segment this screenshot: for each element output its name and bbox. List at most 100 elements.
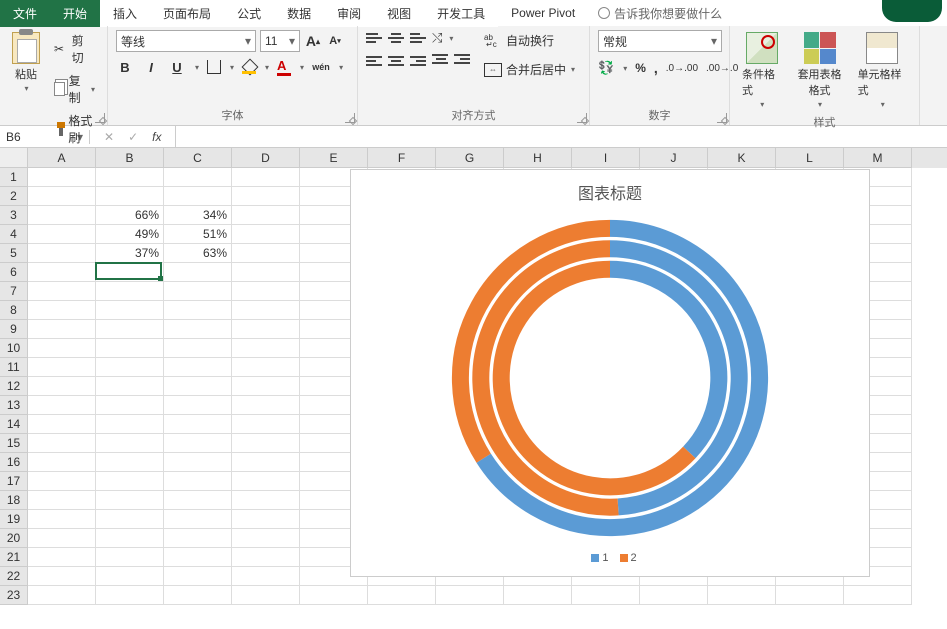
cell-B21[interactable] <box>96 548 164 567</box>
col-header-A[interactable]: A <box>28 148 96 168</box>
format-as-table-button[interactable]: 套用表格格式▾ <box>792 30 848 111</box>
currency-button[interactable]: 💱 <box>598 60 614 76</box>
col-header-L[interactable]: L <box>776 148 844 168</box>
tab-powerpivot[interactable]: Power Pivot <box>498 1 588 25</box>
cell-C16[interactable] <box>164 453 232 472</box>
tab-view[interactable]: 视图 <box>374 0 424 27</box>
decrease-font-button[interactable]: A▾ <box>326 32 344 50</box>
cell-A16[interactable] <box>28 453 96 472</box>
cell-A9[interactable] <box>28 320 96 339</box>
cell-D2[interactable] <box>232 187 300 206</box>
cell-A2[interactable] <box>28 187 96 206</box>
align-right-button[interactable] <box>410 54 426 68</box>
cell-B10[interactable] <box>96 339 164 358</box>
font-size-combo[interactable]: 11▾ <box>260 30 300 52</box>
cell-D11[interactable] <box>232 358 300 377</box>
cell-B13[interactable] <box>96 396 164 415</box>
phonetic-button[interactable]: wén <box>312 58 330 76</box>
paste-button[interactable]: 粘贴 ▾ <box>8 30 44 95</box>
cell-A3[interactable] <box>28 206 96 225</box>
col-header-E[interactable]: E <box>300 148 368 168</box>
cell-L23[interactable] <box>776 586 844 605</box>
cell-C11[interactable] <box>164 358 232 377</box>
align-middle-button[interactable] <box>388 31 404 45</box>
cell-C2[interactable] <box>164 187 232 206</box>
align-bottom-button[interactable] <box>410 31 426 45</box>
cell-C21[interactable] <box>164 548 232 567</box>
cell-D16[interactable] <box>232 453 300 472</box>
cell-C20[interactable] <box>164 529 232 548</box>
row-header-7[interactable]: 7 <box>0 282 28 301</box>
col-header-J[interactable]: J <box>640 148 708 168</box>
cell-A21[interactable] <box>28 548 96 567</box>
cell-D21[interactable] <box>232 548 300 567</box>
cell-A1[interactable] <box>28 168 96 187</box>
cell-C23[interactable] <box>164 586 232 605</box>
tab-file[interactable]: 文件 <box>0 0 50 27</box>
copy-button[interactable]: 复制▾ <box>50 70 99 108</box>
cell-C6[interactable] <box>164 263 232 282</box>
cell-B8[interactable] <box>96 301 164 320</box>
cell-H23[interactable] <box>504 586 572 605</box>
cell-B12[interactable] <box>96 377 164 396</box>
cell-A12[interactable] <box>28 377 96 396</box>
border-button[interactable] <box>207 60 221 74</box>
cell-B5[interactable]: 37% <box>96 244 164 263</box>
row-header-10[interactable]: 10 <box>0 339 28 358</box>
cell-B3[interactable]: 66% <box>96 206 164 225</box>
cell-B14[interactable] <box>96 415 164 434</box>
row-header-16[interactable]: 16 <box>0 453 28 472</box>
percent-button[interactable]: % <box>635 61 646 75</box>
fx-icon[interactable]: fx <box>152 130 161 144</box>
row-header-12[interactable]: 12 <box>0 377 28 396</box>
row-header-9[interactable]: 9 <box>0 320 28 339</box>
cell-M23[interactable] <box>844 586 912 605</box>
decrease-indent-button[interactable] <box>432 54 448 68</box>
account-pill[interactable] <box>882 0 942 22</box>
cell-D19[interactable] <box>232 510 300 529</box>
cell-D3[interactable] <box>232 206 300 225</box>
col-header-F[interactable]: F <box>368 148 436 168</box>
cell-C12[interactable] <box>164 377 232 396</box>
cell-F23[interactable] <box>368 586 436 605</box>
col-header-C[interactable]: C <box>164 148 232 168</box>
increase-font-button[interactable]: A▴ <box>304 32 322 50</box>
row-header-15[interactable]: 15 <box>0 434 28 453</box>
format-painter-button[interactable]: 格式刷 <box>50 110 99 148</box>
cell-D17[interactable] <box>232 472 300 491</box>
row-header-13[interactable]: 13 <box>0 396 28 415</box>
cell-A23[interactable] <box>28 586 96 605</box>
cell-C7[interactable] <box>164 282 232 301</box>
fill-color-button[interactable] <box>242 60 256 74</box>
tab-devtools[interactable]: 开发工具 <box>424 0 498 27</box>
cell-A19[interactable] <box>28 510 96 529</box>
row-header-5[interactable]: 5 <box>0 244 28 263</box>
cell-D6[interactable] <box>232 263 300 282</box>
cell-C19[interactable] <box>164 510 232 529</box>
orientation-button[interactable]: ⤭ <box>432 30 442 46</box>
col-header-G[interactable]: G <box>436 148 504 168</box>
cell-A18[interactable] <box>28 491 96 510</box>
cell-A14[interactable] <box>28 415 96 434</box>
cell-A6[interactable] <box>28 263 96 282</box>
cell-C17[interactable] <box>164 472 232 491</box>
cell-I23[interactable] <box>572 586 640 605</box>
cell-C1[interactable] <box>164 168 232 187</box>
row-header-8[interactable]: 8 <box>0 301 28 320</box>
increase-indent-button[interactable] <box>454 54 470 68</box>
cell-C3[interactable]: 34% <box>164 206 232 225</box>
cell-D13[interactable] <box>232 396 300 415</box>
cell-D5[interactable] <box>232 244 300 263</box>
cell-A17[interactable] <box>28 472 96 491</box>
cell-C14[interactable] <box>164 415 232 434</box>
col-header-D[interactable]: D <box>232 148 300 168</box>
row-header-4[interactable]: 4 <box>0 225 28 244</box>
underline-button[interactable]: U <box>168 58 186 76</box>
cell-C4[interactable]: 51% <box>164 225 232 244</box>
cell-A8[interactable] <box>28 301 96 320</box>
cell-A15[interactable] <box>28 434 96 453</box>
cell-A22[interactable] <box>28 567 96 586</box>
cell-J23[interactable] <box>640 586 708 605</box>
cell-K23[interactable] <box>708 586 776 605</box>
font-name-combo[interactable]: 等线▾ <box>116 30 256 52</box>
